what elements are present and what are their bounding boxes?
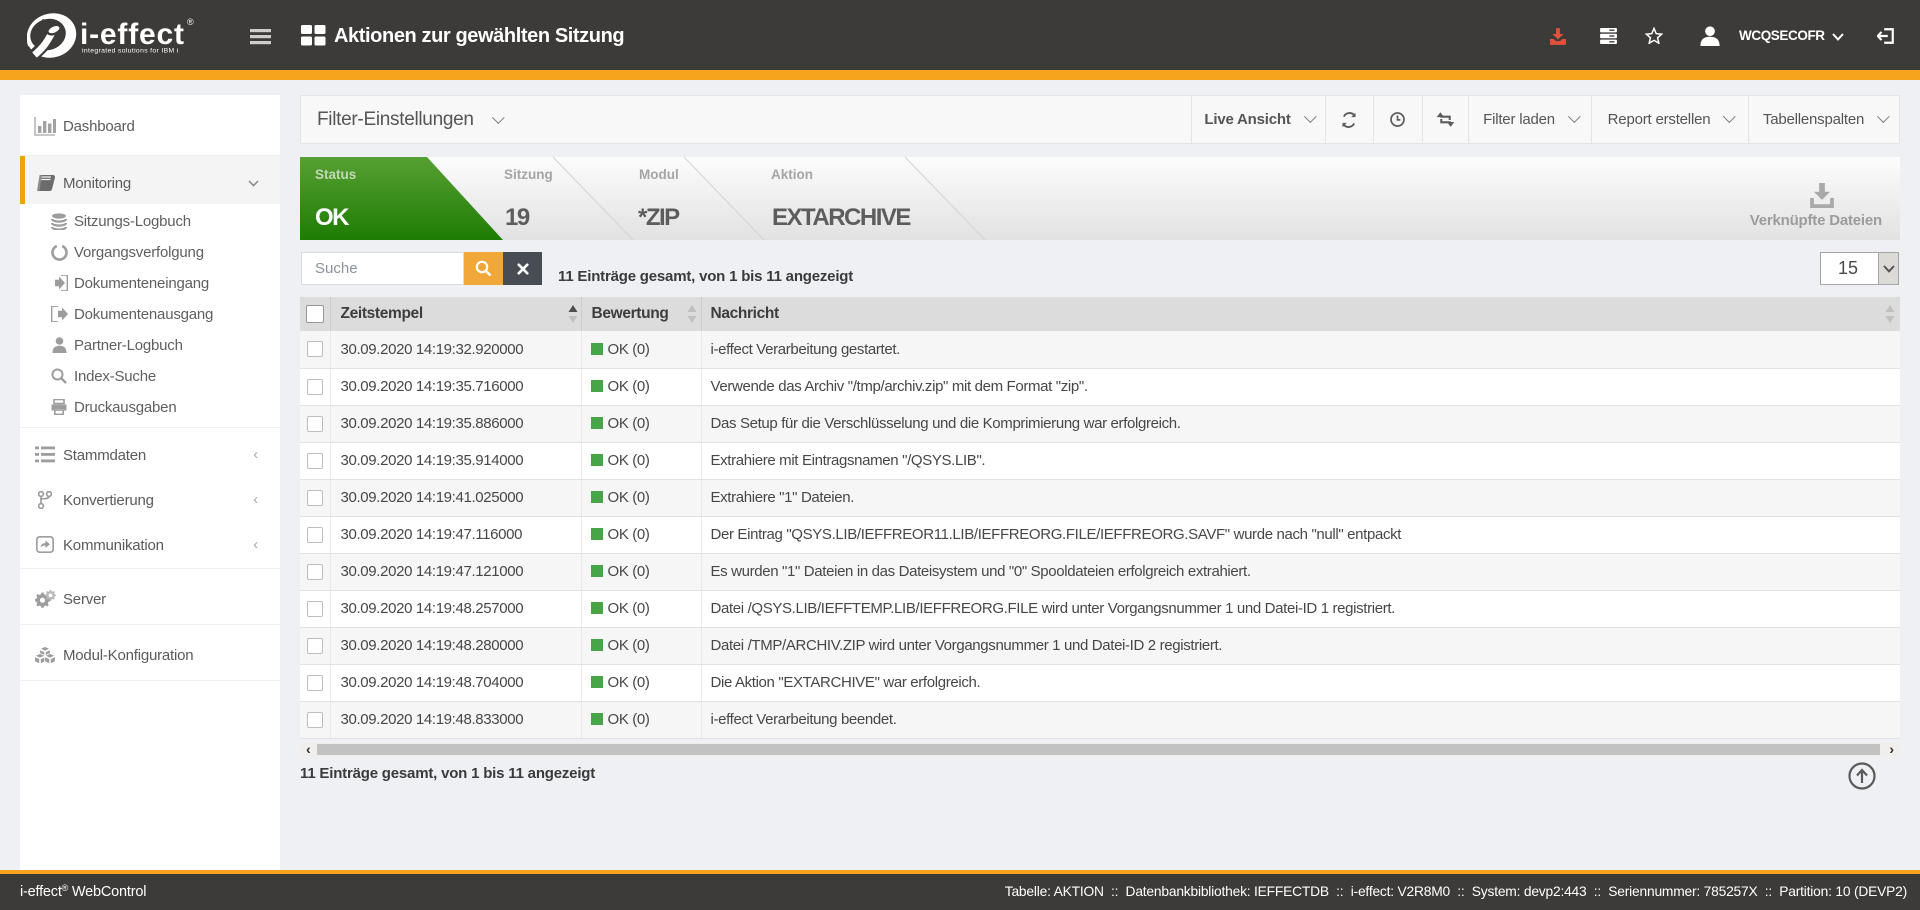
svg-text:®: ® [187,17,194,27]
svg-text:i-effect: i-effect [80,18,185,51]
svg-text:integrated solutions for IBM i: integrated solutions for IBM i [82,48,179,55]
